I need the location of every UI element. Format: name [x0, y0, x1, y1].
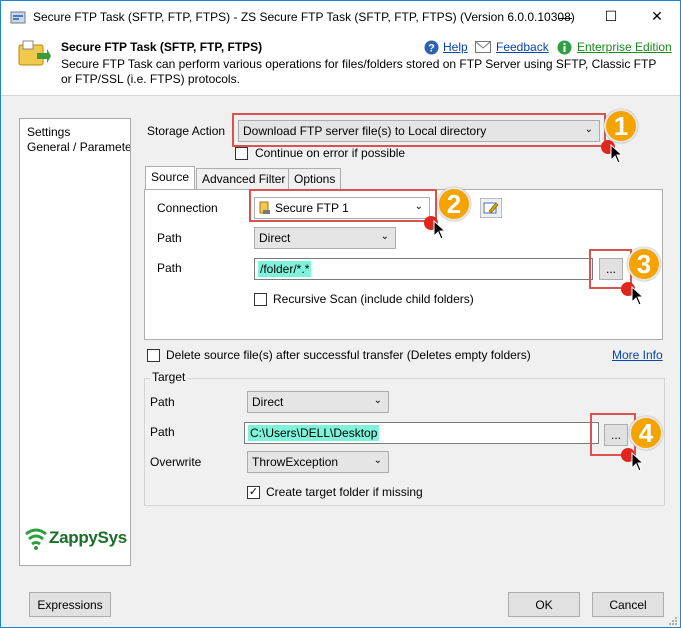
tab-source[interactable]: Source [145, 166, 196, 190]
overwrite-dropdown[interactable]: ThrowException ⌄ [247, 451, 389, 473]
chevron-down-icon: ⌄ [373, 395, 382, 406]
mouse-cursor-icon [610, 144, 624, 164]
envelope-icon[interactable] [475, 41, 491, 53]
callout-badge-1: 1 [604, 109, 638, 143]
callout-badge-2: 2 [437, 187, 471, 221]
expressions-button[interactable]: Expressions [29, 592, 111, 617]
info-icon [557, 40, 572, 55]
mouse-cursor-icon [631, 452, 645, 472]
edition-link[interactable]: Enterprise Edition [577, 40, 672, 54]
task-header: Secure FTP Task (SFTP, FTP, FTPS) Secure… [1, 32, 680, 96]
source-path-value: /folder/*.* [258, 261, 312, 277]
overwrite-label: Overwrite [150, 455, 202, 469]
tab-options[interactable]: Options [288, 168, 342, 189]
mouse-cursor-icon [631, 286, 645, 306]
window-title: Secure FTP Task (SFTP, FTP, FTPS) - ZS S… [33, 10, 575, 24]
source-path-input[interactable]: /folder/*.* [254, 258, 593, 280]
chevron-down-icon: ⌄ [380, 231, 389, 242]
connection-label: Connection [157, 201, 218, 215]
source-path-type-label: Path [157, 231, 182, 245]
sidebar: Settings General / Parameters ZappySys [19, 118, 131, 566]
chevron-down-icon: ⌄ [373, 455, 382, 466]
wifi-logo-icon [25, 528, 47, 550]
dialog-window: Secure FTP Task (SFTP, FTP, FTPS) - ZS S… [0, 0, 681, 628]
help-icon[interactable]: ? [424, 40, 439, 55]
source-path-type-dropdown[interactable]: Direct ⌄ [254, 227, 396, 249]
cancel-button[interactable]: Cancel [592, 592, 664, 617]
continue-on-error-label: Continue on error if possible [255, 146, 406, 160]
title-bar[interactable]: Secure FTP Task (SFTP, FTP, FTPS) - ZS S… [1, 1, 680, 32]
create-target-folder-label: Create target folder if missing [266, 485, 423, 499]
target-path-type-dropdown[interactable]: Direct ⌄ [247, 391, 389, 413]
target-path-type-label: Path [150, 395, 175, 409]
task-title: Secure FTP Task (SFTP, FTP, FTPS) [61, 40, 263, 54]
app-icon [10, 11, 26, 24]
continue-on-error-checkbox[interactable] [235, 147, 248, 160]
source-path-label: Path [157, 261, 182, 275]
callout-badge-4: 4 [629, 416, 663, 450]
recursive-scan-label: Recursive Scan (include child folders) [273, 292, 474, 306]
resize-grip-icon[interactable] [667, 615, 678, 626]
feedback-link[interactable]: Feedback [496, 40, 549, 54]
ok-button[interactable]: OK [508, 592, 580, 617]
sidebar-item-settings[interactable]: Settings [27, 125, 70, 139]
tab-advanced-filter[interactable]: Advanced Filter [196, 168, 292, 189]
logo-text: ZappySys [49, 528, 127, 547]
edit-connection-button[interactable] [480, 198, 502, 218]
delete-source-label: Delete source file(s) after successful t… [166, 348, 531, 362]
create-target-folder-checkbox[interactable]: ✓ [247, 486, 260, 499]
mouse-cursor-icon [433, 220, 447, 240]
delete-source-checkbox[interactable] [147, 349, 160, 362]
source-path-type-value: Direct [259, 231, 291, 245]
target-path-type-value: Direct [252, 395, 284, 409]
ftp-task-icon [18, 40, 51, 66]
zappysys-logo: ZappySys [24, 524, 128, 554]
target-path-label: Path [150, 425, 175, 439]
target-group-label: Target [150, 370, 188, 384]
callout-badge-3: 3 [627, 247, 661, 281]
callout-box-2 [249, 189, 437, 222]
target-path-value: C:\Users\DELL\Desktop [248, 425, 380, 441]
close-button[interactable]: ✕ [634, 1, 680, 32]
storage-action-label: Storage Action [147, 124, 226, 138]
task-description: Secure FTP Task can perform various oper… [61, 57, 657, 86]
callout-box-1 [232, 113, 606, 147]
recursive-scan-checkbox[interactable] [254, 293, 267, 306]
help-link[interactable]: Help [443, 40, 468, 54]
edit-pencil-icon [483, 202, 499, 214]
maximize-button[interactable]: ☐ [588, 1, 634, 32]
overwrite-value: ThrowException [252, 455, 339, 469]
minimize-button[interactable]: — [542, 1, 588, 32]
svg-text:?: ? [428, 43, 435, 55]
target-path-input[interactable]: C:\Users\DELL\Desktop [244, 422, 599, 444]
more-info-link[interactable]: More Info [612, 348, 663, 362]
sidebar-item-general-parameters[interactable]: General / Parameters [27, 140, 130, 154]
